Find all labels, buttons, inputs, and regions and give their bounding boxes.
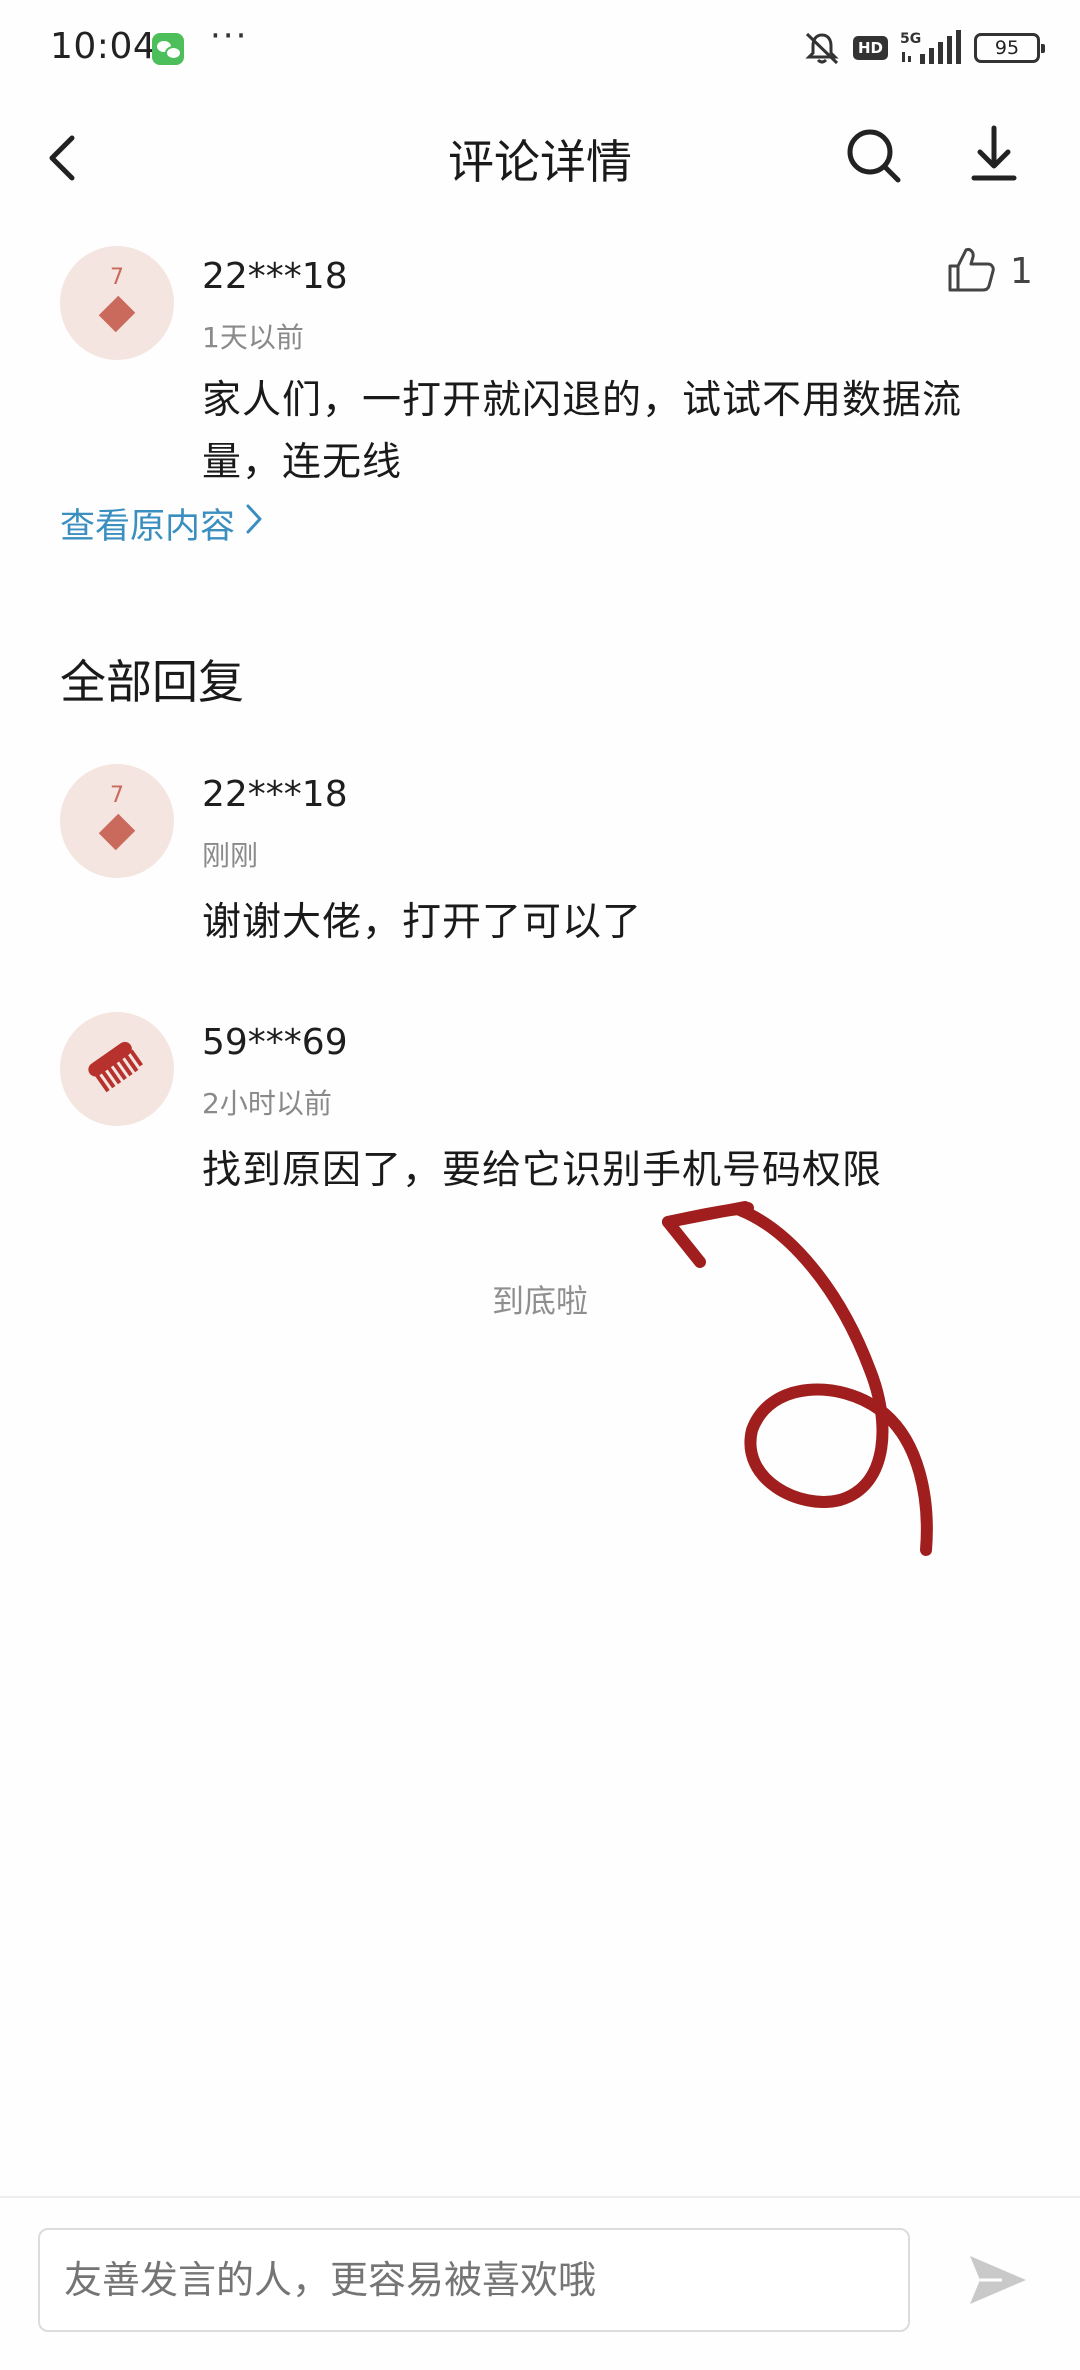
reply-username[interactable]: 59***69 [202,1022,348,1063]
comment-time: 1天以前 [202,321,304,354]
annotation-arrow [662,1201,933,1556]
thumbs-up-icon [946,244,996,298]
avatar-digit: 7 [110,783,124,808]
status-time: 10:04 [50,26,157,67]
avatar-digit: 7 [110,265,124,290]
view-original-label: 查看原内容 [60,507,236,547]
status-indicators: HD 5G 95 [803,28,1045,68]
wechat-notification-icon [152,33,184,65]
mute-bell-icon [803,30,841,66]
reply-time: 2小时以前 [202,1087,332,1120]
view-original-link[interactable]: 查看原内容 [60,498,265,549]
avatar[interactable]: 7 [60,246,174,360]
all-replies-heading: 全部回复 [60,655,244,709]
diamond-icon [98,295,136,333]
top-navigation-bar: 评论详情 [0,110,1080,200]
like-count: 1 [1010,250,1033,292]
comment-input[interactable] [38,2228,910,2332]
reply-text: 谢谢大佬，打开了可以了 [202,900,643,945]
chevron-right-icon [243,501,265,546]
like-button[interactable]: 1 [946,244,1033,298]
avatar[interactable] [60,1012,174,1126]
search-icon[interactable] [842,124,904,186]
reply-time: 刚刚 [202,839,259,872]
reply-username[interactable]: 22***18 [202,774,348,815]
page-title: 评论详情 [448,135,632,189]
signal-5g-icon: 5G [900,30,962,66]
comment-input-bar [0,2196,1080,2370]
more-notifications-icon: ··· [210,16,249,56]
battery-indicator: 95 [974,33,1045,63]
avatar[interactable]: 7 [60,764,174,878]
send-icon[interactable] [966,2248,1030,2312]
diamond-icon [98,813,136,851]
hd-voice-badge: HD [852,36,888,60]
comment-text: 家人们，一打开就闪退的，试试不用数据流量，连无线 [202,378,963,485]
status-bar: 10:04 ··· HD 5G 95 [0,0,1080,96]
comment-username[interactable]: 22***18 [202,256,348,297]
network-type-label: 5G [900,31,921,47]
download-icon[interactable] [966,122,1026,188]
